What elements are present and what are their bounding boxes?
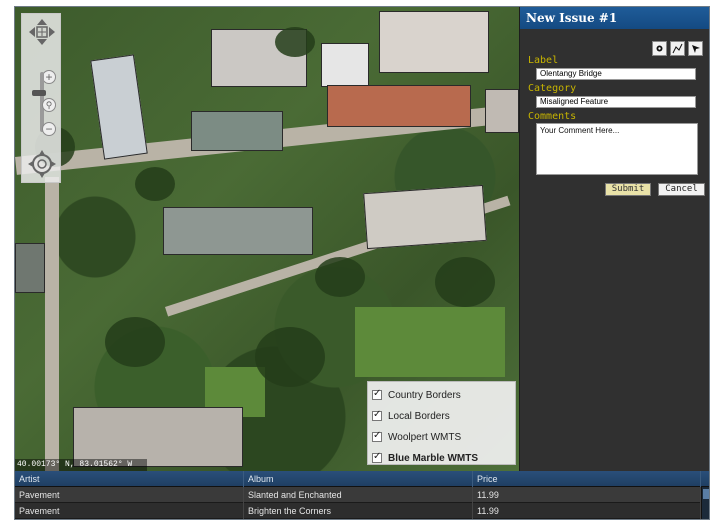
category-caption: Category [528,83,577,94]
issue-panel: New Issue #1 Label Olentangy Bridge Cate… [519,7,709,471]
column-header-artist[interactable]: Artist [15,471,244,487]
map-building [15,243,45,293]
map-navigation-control: + ⚲ − [21,13,61,183]
grid-scrollbar[interactable] [701,487,709,519]
pan-arrows-icon[interactable] [26,16,58,48]
map-tree [255,327,325,387]
line-tool-icon[interactable] [670,41,685,56]
data-grid: Artist Album Price Pavement Slanted and … [15,471,709,519]
map-building [321,43,369,87]
panel-title: New Issue #1 [520,7,709,29]
map-building [363,184,487,250]
map-tree [315,257,365,297]
rotate-icon[interactable] [26,148,58,180]
coordinate-readout: 40.00173° N, 83.01562° W [15,459,147,471]
map-building [90,54,148,160]
cell-artist: Pavement [15,503,244,519]
layer-toggle-woolpert-wmts[interactable]: Woolpert WMTS [372,428,461,446]
map-view[interactable]: + ⚲ − 40.00173° N, 83.01562° W ✓ Country… [15,7,519,471]
layer-toggle-country-borders[interactable]: Country Borders [372,386,461,404]
column-header-price[interactable]: Price [473,471,701,487]
cell-album: Brighten the Corners [244,503,473,519]
zoom-box-icon[interactable]: ⚲ [42,98,56,112]
cell-price: 11.99 [473,487,701,503]
map-tree [135,167,175,201]
table-row[interactable]: Pavement Slanted and Enchanted 11.99 [15,487,701,503]
map-building [73,407,243,467]
label-field[interactable]: Olentangy Bridge [536,68,696,80]
layer-toggle-blue-marble-wmts[interactable]: Blue Marble WMTS [372,449,478,467]
comments-field[interactable]: Your Comment Here... [536,123,698,175]
layer-switcher: Country Borders Local Borders Woolpert W… [367,381,516,465]
cell-artist: Pavement [15,487,244,503]
map-tree [105,317,165,367]
layer-checkbox[interactable] [372,388,382,400]
grid-header: Artist Album Price [15,471,709,487]
cancel-button[interactable]: Cancel [658,183,705,196]
map-building [163,207,313,255]
layer-checkbox[interactable] [372,430,382,442]
submit-button[interactable]: Submit [605,183,651,196]
scrollbar-thumb[interactable] [703,489,709,499]
map-building [327,85,471,127]
draw-toolbar [652,41,703,56]
label-caption: Label [528,55,559,66]
map-building [379,11,489,73]
map-building [485,89,519,133]
app-window: + ⚲ − 40.00173° N, 83.01562° W ✓ Country… [14,6,710,520]
map-lawn [355,307,505,377]
cell-price: 11.99 [473,503,701,519]
zoom-in-icon[interactable]: + [42,70,56,84]
zoom-out-icon[interactable]: − [42,122,56,136]
map-tree [435,257,495,307]
category-field[interactable]: Misaligned Feature [536,96,696,108]
column-header-album[interactable]: Album [244,471,473,487]
cell-album: Slanted and Enchanted [244,487,473,503]
layer-checkbox[interactable] [372,451,382,463]
layer-label: Local Borders [388,410,450,422]
select-pointer-icon[interactable] [688,41,703,56]
point-tool-icon[interactable] [652,41,667,56]
map-road [45,177,59,471]
layer-label: Blue Marble WMTS [388,452,479,464]
layer-label: Country Borders [388,389,461,401]
zoom-slider-handle[interactable] [32,90,46,96]
layer-toggle-local-borders[interactable]: Local Borders [372,407,450,425]
layer-label: Woolpert WMTS [388,431,462,443]
map-building [191,111,283,151]
table-row[interactable]: Pavement Brighten the Corners 11.99 [15,503,701,519]
layer-checkbox[interactable] [372,409,382,421]
map-tree [275,27,315,57]
comments-caption: Comments [528,111,577,122]
